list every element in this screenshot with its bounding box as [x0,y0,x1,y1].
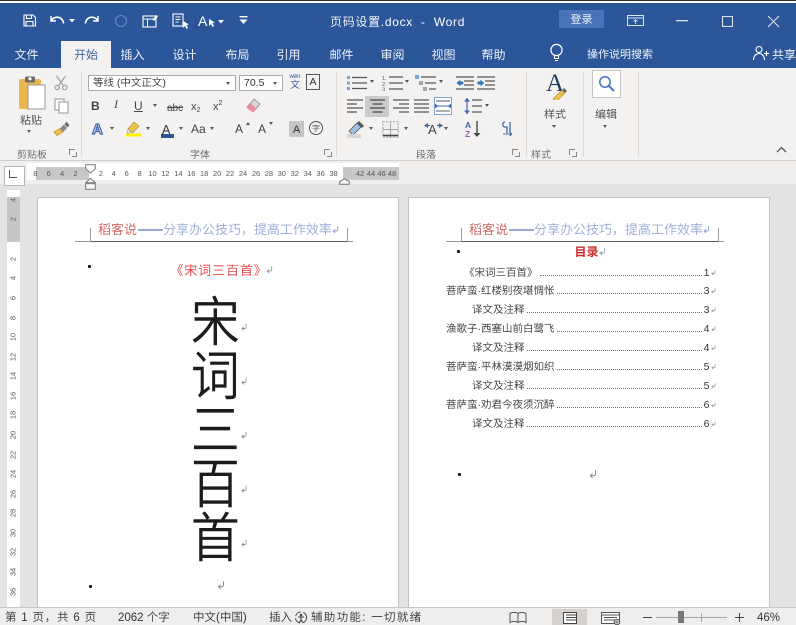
svg-text:3.: 3. [382,88,387,92]
svg-text:A: A [428,122,437,137]
svg-text:Z: Z [465,129,470,138]
svg-text:A: A [198,13,208,29]
